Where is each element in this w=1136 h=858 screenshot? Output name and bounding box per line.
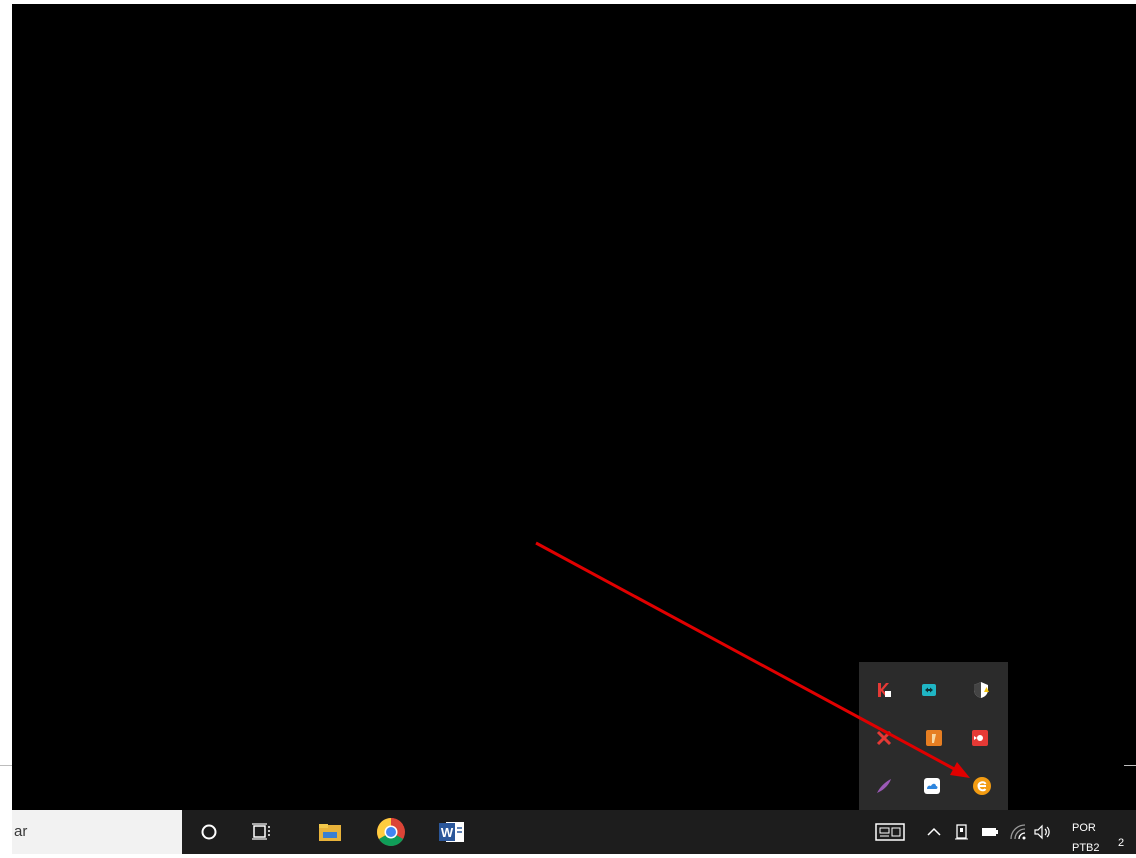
cortana-circle-icon	[201, 824, 217, 840]
task-view-icon	[252, 823, 270, 840]
search-input-text[interactable]: ar	[14, 823, 27, 840]
file-explorer-button[interactable]	[308, 810, 352, 854]
speaker-icon	[1034, 824, 1050, 840]
device-icon[interactable]	[954, 822, 970, 842]
keyboard-touch-button[interactable]	[874, 822, 906, 842]
search-box[interactable]: ar	[12, 810, 182, 854]
wifi-icon	[1010, 824, 1026, 840]
task-view-button[interactable]	[240, 810, 284, 854]
red-arrow-annotation	[535, 541, 970, 778]
chrome-button[interactable]	[369, 810, 413, 854]
clock-fragment[interactable]: 2	[1118, 837, 1124, 849]
taskbar: ar W	[12, 810, 1136, 854]
show-hidden-icons-button[interactable]	[926, 822, 942, 842]
language-line-1: POR	[1072, 822, 1096, 834]
cortana-button[interactable]	[187, 810, 231, 854]
battery-level-icon	[982, 828, 998, 836]
usb-device-icon	[955, 824, 968, 840]
chevron-up-icon	[927, 827, 941, 836]
battery-icon[interactable]	[980, 822, 1000, 842]
language-indicator[interactable]: POR PTB2	[1072, 818, 1100, 858]
svg-text:W: W	[441, 825, 454, 840]
network-icon[interactable]	[1008, 822, 1028, 842]
word-icon: W	[439, 822, 464, 842]
word-button[interactable]: W	[430, 810, 474, 854]
language-line-2: PTB2	[1072, 842, 1100, 854]
folder-icon	[319, 824, 341, 841]
keyboard-icon	[875, 823, 905, 841]
volume-button[interactable]	[1032, 822, 1052, 842]
chrome-icon	[377, 818, 405, 846]
